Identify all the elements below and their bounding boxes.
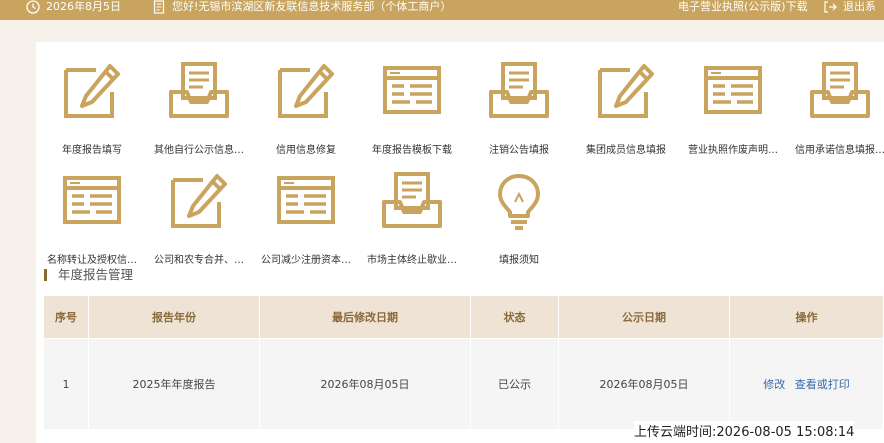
cell-published: 2026年08月05日 [558, 338, 730, 429]
greeting-segment: 您好!无锡市滨湖区新友联信息技术服务部（个体工商户） [152, 0, 451, 20]
cell-actions: 修改 查看或打印 [729, 338, 884, 429]
function-tile[interactable]: 注销公告填报 [465, 62, 573, 156]
function-tile-label: 年度报告模板下载 [372, 145, 452, 156]
top-bar: 2026年8月5日 您好!无锡市滨湖区新友联信息技术服务部（个体工商户） 电子营… [0, 0, 884, 20]
header-no: 序号 [44, 296, 89, 339]
view-print-link[interactable]: 查看或打印 [795, 378, 850, 391]
inbox-doc-icon [786, 62, 884, 120]
annual-report-table: 序号 报告年份 最后修改日期 状态 公示日期 操作 1 2025年年度报告 20… [44, 296, 884, 429]
lightbulb-icon [465, 172, 573, 230]
function-tile-label: 信用信息修复 [276, 145, 336, 156]
function-tile-label: 名称转让及授权信… [47, 255, 137, 266]
cell-no: 1 [44, 338, 89, 429]
document-icon [153, 0, 165, 14]
function-tile[interactable]: 信用承诺信息填报… [786, 62, 884, 156]
function-tile-label: 市场主体终止歇业… [367, 255, 457, 266]
logout-icon [824, 1, 837, 13]
table-header-row: 序号 报告年份 最后修改日期 状态 公示日期 操作 [44, 296, 884, 339]
function-tile[interactable]: 名称转让及授权信… [38, 172, 146, 266]
function-tile-label: 填报须知 [499, 255, 539, 266]
function-tile-label: 信用承诺信息填报… [795, 145, 884, 156]
function-tile[interactable]: 年度报告模板下载 [358, 62, 466, 156]
function-tile-label: 其他自行公示信息… [154, 145, 244, 156]
header-modified: 最后修改日期 [259, 296, 471, 339]
function-tile-label: 年度报告填写 [62, 145, 122, 156]
logout-label: 退出系 [843, 0, 876, 13]
window-doc-icon [38, 172, 146, 230]
current-date: 2026年8月5日 [46, 0, 121, 13]
date-segment: 2026年8月5日 [26, 0, 121, 20]
function-tile[interactable]: 年度报告填写 [38, 62, 146, 156]
logout-button[interactable]: 退出系 [823, 0, 876, 20]
function-tile[interactable]: 公司和农专合并、… [145, 172, 253, 266]
function-tile[interactable]: 市场主体终止歇业… [358, 172, 466, 266]
header-actions: 操作 [729, 296, 884, 339]
function-tile[interactable]: 公司减少注册资本… [252, 172, 360, 266]
function-tile-label: 营业执照作废声明… [688, 145, 778, 156]
edit-link[interactable]: 修改 [763, 378, 785, 391]
pencil-doc-icon [572, 62, 680, 120]
cell-status: 已公示 [470, 338, 559, 429]
window-doc-icon [358, 62, 466, 120]
window-doc-icon [679, 62, 787, 120]
clock-icon [26, 0, 40, 14]
function-tile-label: 公司和农专合并、… [154, 255, 244, 266]
pencil-doc-icon [252, 62, 360, 120]
upload-time-stamp: 上传云端时间:2026-08-05 15:08:14 [634, 421, 855, 440]
inbox-doc-icon [358, 172, 466, 230]
inbox-doc-icon [465, 62, 573, 120]
function-tile[interactable]: 填报须知 [465, 172, 573, 266]
pencil-doc-icon [145, 172, 253, 230]
function-tile[interactable]: 其他自行公示信息… [145, 62, 253, 156]
header-status: 状态 [470, 296, 559, 339]
inbox-doc-icon [145, 62, 253, 120]
function-tile-label: 公司减少注册资本… [261, 255, 351, 266]
header-published: 公示日期 [558, 296, 730, 339]
cell-modified: 2026年08月05日 [259, 338, 471, 429]
pencil-doc-icon [38, 62, 146, 120]
license-download-link[interactable]: 电子营业执照(公示版)下载 [678, 0, 808, 20]
header-year: 报告年份 [88, 296, 260, 339]
table-row: 1 2025年年度报告 2026年08月05日 已公示 2026年08月05日 … [44, 338, 884, 429]
function-tile[interactable]: 信用信息修复 [252, 62, 360, 156]
section-title: 年度报告管理 [44, 266, 133, 284]
function-tile-label: 集团成员信息填报 [586, 145, 666, 156]
cell-year: 2025年年度报告 [88, 338, 260, 429]
user-greeting: 您好!无锡市滨湖区新友联信息技术服务部（个体工商户） [172, 0, 452, 13]
function-tile-label: 注销公告填报 [489, 145, 549, 156]
function-tile[interactable]: 集团成员信息填报 [572, 62, 680, 156]
window-doc-icon [252, 172, 360, 230]
license-download-label: 电子营业执照(公示版)下载 [678, 0, 808, 13]
function-tile[interactable]: 营业执照作废声明… [679, 62, 787, 156]
